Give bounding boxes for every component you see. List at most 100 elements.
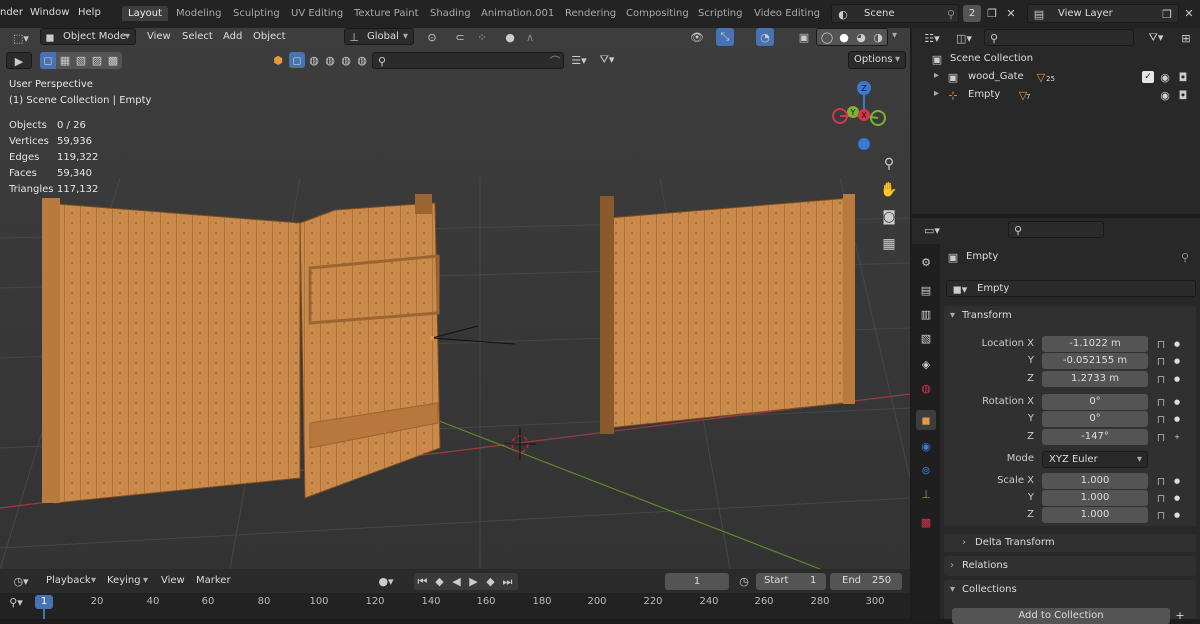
rendered-shading-icon[interactable]: ◑ (870, 30, 886, 44)
playhead-frame-label[interactable]: 1 (35, 595, 53, 609)
eye-icon[interactable]: ◉ (1158, 70, 1172, 84)
lock-icon[interactable]: ⊓ (1154, 473, 1168, 489)
search-icon[interactable]: ⚲▾ (4, 595, 28, 609)
list-item[interactable]: ▸ ▣ wood_Gate ▽ 25 ✓ ◉ ◘ (912, 68, 1200, 86)
scale-x-field[interactable]: 1.000 (1042, 473, 1148, 489)
solid-shading-icon[interactable]: ● (836, 30, 852, 44)
next-keyframe-icon[interactable]: ◆ (482, 573, 499, 590)
end-frame-field[interactable]: End 250 (830, 573, 902, 590)
select-extend-icon[interactable]: ▦ (57, 52, 73, 69)
render-tab-icon[interactable]: ▤ (918, 282, 934, 298)
eye-icon[interactable]: ◉ (1158, 88, 1172, 102)
add-to-collection-button[interactable]: Add to Collection (952, 608, 1170, 624)
lock-icon[interactable]: ⊓ (1154, 507, 1168, 523)
keyframe-dot-icon[interactable]: ● (1172, 411, 1182, 427)
keyframe-dot-icon[interactable]: ● (1172, 336, 1182, 352)
keyframe-dot-icon[interactable]: ● (1172, 473, 1182, 489)
options-button[interactable]: Options ▾ (848, 51, 906, 69)
object-tab-icon[interactable]: ◼ (916, 410, 936, 430)
pivot-point-icon[interactable]: ⊙ (422, 29, 442, 45)
select-subtract-icon[interactable]: ▧ (73, 52, 89, 69)
output-tab-icon[interactable]: ▥ (918, 306, 934, 322)
delta-transform-panel[interactable]: › Delta Transform (944, 534, 1196, 552)
jump-end-icon[interactable]: ⏭ (499, 573, 516, 590)
tab-layout[interactable]: Layout (122, 6, 168, 21)
prev-keyframe-icon[interactable]: ◆ (431, 573, 448, 590)
filter-curve-icon[interactable]: ◍ (306, 52, 322, 68)
material-shading-icon[interactable]: ◕ (853, 30, 869, 44)
record-keyframe-icon[interactable]: ●▾ (374, 573, 398, 589)
menu-view[interactable]: View (147, 31, 171, 42)
pin-icon[interactable]: ⚲ (1178, 250, 1192, 264)
transform-orientation-selector[interactable]: ⊥ Global ▾ (344, 28, 414, 45)
scene-users-count[interactable]: 2 (963, 5, 981, 22)
camera-render-icon[interactable]: ◘ (1176, 70, 1190, 84)
rotation-z-field[interactable]: -147° (1042, 429, 1148, 445)
xray-icon[interactable]: ▣ (796, 29, 812, 45)
delete-scene-icon[interactable]: ✕ (1004, 6, 1018, 20)
falloff-icon[interactable]: ∧ (522, 29, 538, 45)
tab-texture-paint[interactable]: Texture Paint (348, 6, 425, 21)
outliner-search-input[interactable]: ⚲ (984, 29, 1134, 46)
keyframe-dot-icon[interactable]: ● (1172, 490, 1182, 506)
texture-tab-icon[interactable]: ▩ (918, 514, 934, 530)
lock-icon[interactable]: ⊓ (1154, 490, 1168, 506)
view-layer-selector[interactable]: ▤ View Layer ❐ (1027, 4, 1179, 23)
rotation-x-field[interactable]: 0° (1042, 394, 1148, 410)
lock-icon[interactable]: ⊓ (1154, 371, 1168, 387)
sort-icon[interactable]: ☰▾ (568, 52, 590, 68)
menu-select[interactable]: Select (182, 31, 213, 42)
tool-selector[interactable]: ▶ (6, 52, 32, 69)
tab-animation[interactable]: Animation.001 (475, 6, 560, 21)
scale-y-field[interactable]: 1.000 (1042, 490, 1148, 506)
menu-view[interactable]: View (161, 575, 185, 586)
tab-video-editing[interactable]: Video Editing (748, 6, 826, 21)
viewport-search-input[interactable]: ⚲ ⌒ (372, 52, 564, 69)
checkbox-icon[interactable]: ✓ (1142, 71, 1154, 83)
chevron-down-icon[interactable]: ▾ (892, 30, 897, 41)
wireframe-shading-icon[interactable]: ◯ (819, 30, 835, 44)
visibility-icon[interactable]: 👁 (684, 29, 710, 45)
current-frame-field[interactable]: 1 (665, 573, 729, 590)
menu-window[interactable]: Window (30, 7, 69, 18)
delete-view-layer-icon[interactable]: ✕ (1182, 6, 1196, 20)
scene-selector[interactable]: ◐ Scene ⚲ (831, 4, 959, 23)
scale-z-field[interactable]: 1.000 (1042, 507, 1148, 523)
duplicate-scene-icon[interactable]: ❐ (985, 6, 999, 20)
tab-shading[interactable]: Shading (424, 6, 477, 21)
camera-icon[interactable]: ◙ (878, 206, 900, 228)
properties-search-input[interactable]: ⚲ (1008, 221, 1104, 238)
gizmo-toggle-icon[interactable]: ⤡ (716, 28, 734, 46)
keyframe-dot-icon[interactable]: ● (1172, 371, 1182, 387)
constraints-tab-icon[interactable]: ⊚ (918, 462, 934, 478)
display-mode-icon[interactable]: ◫▾ (952, 30, 976, 46)
plus-icon[interactable]: + (1172, 429, 1182, 445)
snap-target-icon[interactable]: ⁘ (472, 29, 492, 45)
outliner-editor-icon[interactable]: ☷▾ (920, 30, 944, 46)
duplicate-view-layer-icon[interactable]: ❐ (1160, 7, 1174, 21)
location-x-field[interactable]: -1.1022 m (1042, 336, 1148, 352)
tab-compositing[interactable]: Compositing (620, 6, 695, 21)
collections-panel[interactable]: ▾ Collections (944, 580, 1196, 600)
transform-panel-header[interactable]: ▾ Transform (944, 306, 1196, 326)
start-frame-field[interactable]: Start 1 (756, 573, 826, 590)
lock-icon[interactable]: ⊓ (1154, 429, 1168, 445)
lock-icon[interactable]: ⊓ (1154, 394, 1168, 410)
menu-playback[interactable]: Playback (46, 575, 91, 586)
snap-icon[interactable]: ⊂ (452, 29, 468, 45)
lock-icon[interactable]: ⊓ (1154, 336, 1168, 352)
filter-icon[interactable]: ⛛▾ (1144, 30, 1168, 46)
filter-text-icon[interactable]: ◍ (354, 52, 370, 68)
zoom-icon[interactable]: ⚲ (878, 153, 900, 175)
menu-help[interactable]: Help (78, 7, 101, 18)
timeline-editor-icon[interactable]: ◷▾ (8, 573, 34, 589)
object-name-field[interactable]: ◼▾ Empty (946, 280, 1196, 297)
menu-add[interactable]: Add (223, 31, 242, 42)
keyframe-dot-icon[interactable]: ● (1172, 394, 1182, 410)
menu-keying[interactable]: Keying (107, 575, 141, 586)
hand-icon[interactable]: ✋ (878, 179, 900, 201)
new-collection-icon[interactable]: ⊞ (1178, 30, 1194, 46)
keyframe-dot-icon[interactable]: ● (1172, 507, 1182, 523)
world-tab-icon[interactable]: ◍ (918, 380, 934, 396)
tool-tab-icon[interactable]: ⚙ (918, 254, 934, 270)
